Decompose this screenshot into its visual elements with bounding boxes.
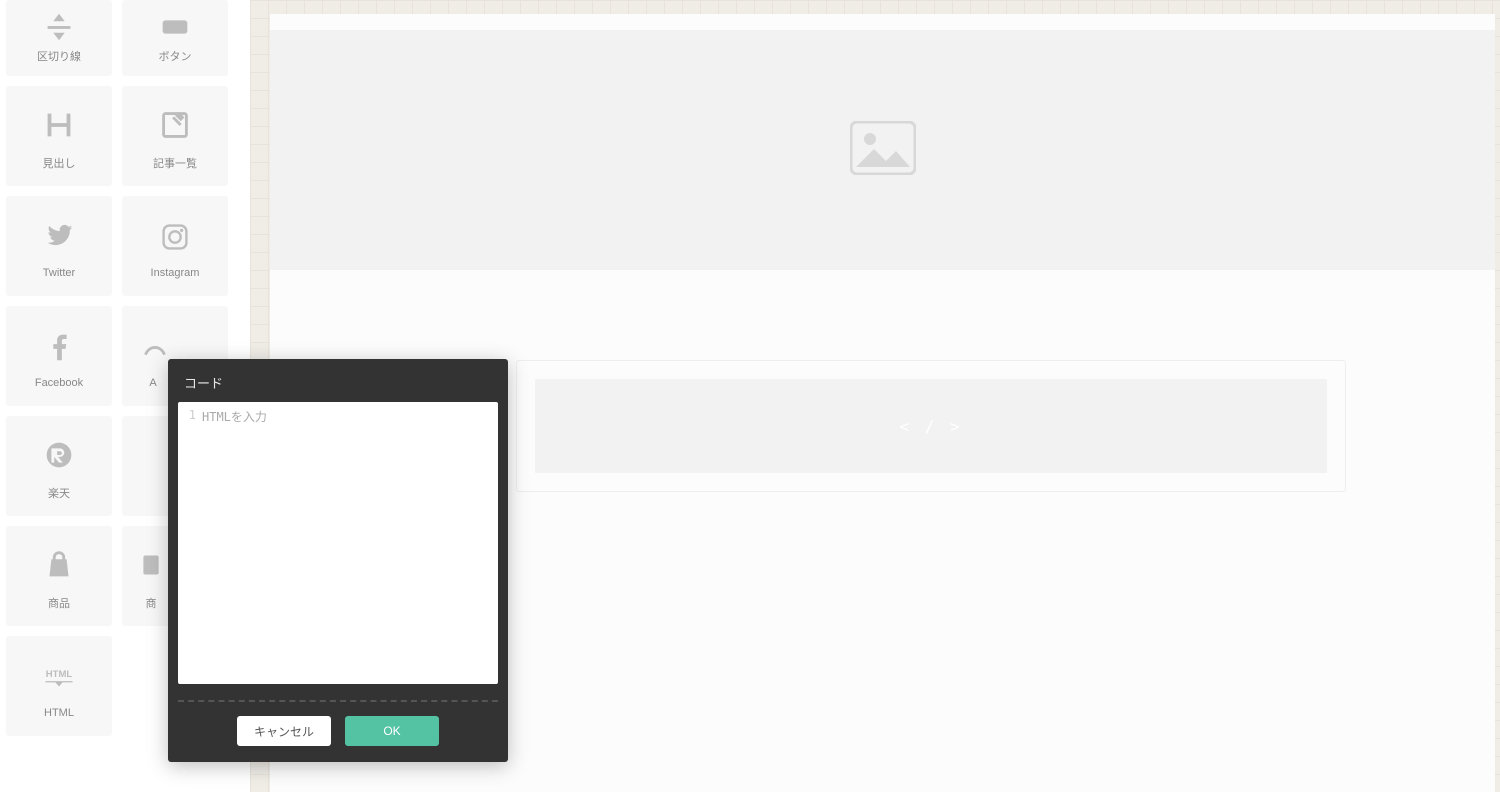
widget-html[interactable]: HTML HTML [6, 636, 112, 736]
button-icon [156, 12, 194, 42]
modal-separator [178, 700, 498, 702]
widget-label: ボタン [159, 48, 192, 64]
widget-label: 区切り線 [37, 48, 81, 64]
widget-rakuten[interactable]: 楽天 [6, 416, 112, 516]
svg-text:HTML: HTML [46, 669, 73, 680]
code-modal: コード 1 HTMLを入力 キャンセル OK [168, 359, 508, 762]
shopping-bag-icon [40, 541, 78, 589]
twitter-icon [40, 213, 78, 261]
widget-facebook[interactable]: Facebook [6, 306, 112, 406]
widget-label: 商品 [48, 595, 70, 611]
code-icon: < / > [899, 417, 962, 436]
widget-label: 記事一覧 [153, 155, 197, 171]
widget-button[interactable]: ボタン [122, 0, 228, 76]
widget-divider[interactable]: 区切り線 [6, 0, 112, 76]
html-icon: HTML [40, 653, 78, 701]
widget-label: Twitter [43, 267, 75, 279]
widget-label: 楽天 [48, 485, 70, 501]
modal-title: コード [178, 373, 498, 402]
widget-instagram[interactable]: Instagram [122, 196, 228, 296]
widget-heading[interactable]: 見出し [6, 86, 112, 186]
widget-label: Instagram [151, 267, 200, 279]
image-placeholder-block[interactable] [270, 30, 1495, 270]
widget-label: 商 [146, 595, 157, 611]
widget-label: 見出し [43, 155, 76, 171]
divider-icon [40, 12, 78, 42]
image-icon [850, 121, 916, 180]
line-number-gutter: 1 [186, 408, 202, 678]
widget-article-list[interactable]: 記事一覧 [122, 86, 228, 186]
modal-actions: キャンセル OK [178, 716, 498, 746]
cancel-button[interactable]: キャンセル [237, 716, 331, 746]
code-block-placeholder[interactable]: < / > [535, 379, 1327, 473]
widget-label: A [149, 377, 156, 389]
rakuten-icon [40, 431, 78, 479]
code-editor[interactable]: 1 HTMLを入力 [178, 402, 498, 684]
widget-label: HTML [44, 707, 74, 719]
widget-product[interactable]: 商品 [6, 526, 112, 626]
facebook-icon [40, 323, 78, 371]
editor-placeholder: HTMLを入力 [202, 408, 267, 678]
heading-icon [40, 101, 78, 149]
ok-button[interactable]: OK [345, 716, 439, 746]
widget-label: Facebook [35, 377, 83, 389]
widget-twitter[interactable]: Twitter [6, 196, 112, 296]
line-number: 1 [186, 408, 196, 422]
article-icon [156, 101, 194, 149]
content-container[interactable]: < / > [516, 360, 1346, 492]
instagram-icon [156, 213, 194, 261]
generic-icon [132, 541, 170, 589]
